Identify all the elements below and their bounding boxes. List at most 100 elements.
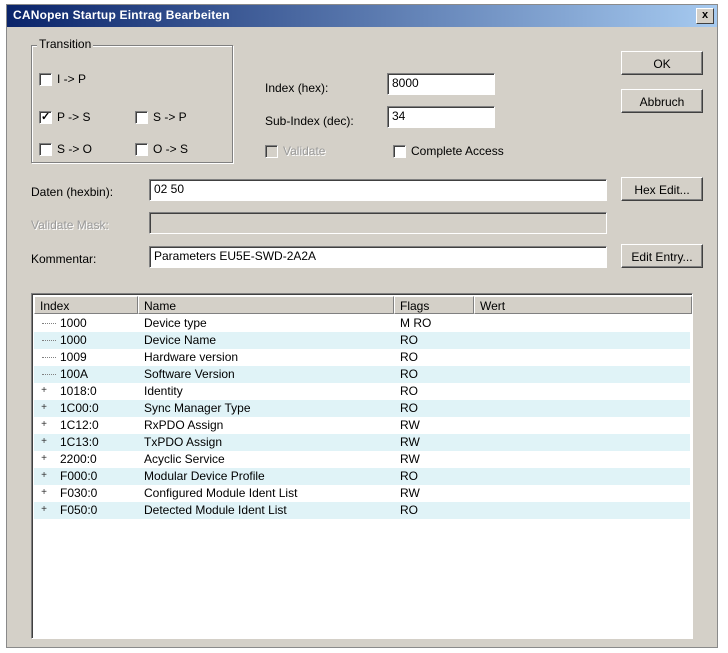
- table-row[interactable]: +2200:0 Acyclic Service RW: [34, 451, 690, 468]
- cell-index: 1C00:0: [60, 401, 99, 415]
- cell-name: Identity: [144, 384, 183, 398]
- checkbox-label-p-s: P -> S: [57, 110, 91, 124]
- dialog-window: CANopen Startup Eintrag Bearbeiten x Tra…: [6, 4, 718, 648]
- checkbox-s-p[interactable]: [135, 111, 148, 124]
- column-header-wert[interactable]: Wert: [474, 296, 692, 314]
- cell-flags: RW: [400, 486, 420, 500]
- column-header-index[interactable]: Index: [34, 296, 138, 314]
- checkbox-label-i-p: I -> P: [57, 72, 87, 86]
- list-rows: 1000 Device type M RO 1000 Device Name RO 1009…: [34, 315, 690, 519]
- checkbox-label-s-p: S -> P: [153, 110, 187, 124]
- expand-icon[interactable]: +: [40, 471, 48, 481]
- cell-name: Acyclic Service: [144, 452, 225, 466]
- cell-index: 1C13:0: [60, 435, 99, 449]
- cell-index: 1000: [60, 316, 87, 330]
- expand-icon[interactable]: +: [40, 488, 48, 498]
- checkbox-label-o-s: O -> S: [153, 142, 189, 156]
- table-row[interactable]: + F000:0 Modular Device Profile RO: [34, 468, 690, 485]
- daten-field[interactable]: 02 50: [149, 179, 607, 201]
- table-row[interactable]: +1C13:0 TxPDO Assign RW: [34, 434, 690, 451]
- abbruch-button-label: Abbruch: [639, 95, 685, 109]
- validate-label: Validate: [283, 144, 326, 158]
- cell-flags: RO: [400, 333, 418, 347]
- ok-button-label: OK: [653, 57, 671, 71]
- subindex-label: Sub-Index (dec):: [265, 114, 354, 128]
- table-row[interactable]: +1018:0 Identity RO: [34, 383, 690, 400]
- cell-flags: RW: [400, 452, 420, 466]
- column-header-name[interactable]: Name: [138, 296, 394, 314]
- validate-mask-field[interactable]: [149, 212, 607, 234]
- table-row[interactable]: 100A Software Version RO: [34, 366, 690, 383]
- checkbox-o-s[interactable]: [135, 143, 148, 156]
- cell-flags: M RO: [400, 316, 432, 330]
- expand-icon[interactable]: +: [40, 505, 48, 515]
- table-row[interactable]: 1000 Device type M RO: [34, 315, 690, 332]
- cell-flags: RW: [400, 418, 420, 432]
- cell-index: 1000: [60, 333, 87, 347]
- subindex-field[interactable]: 34: [387, 106, 495, 128]
- kommentar-label: Kommentar:: [31, 252, 97, 266]
- expand-icon[interactable]: +: [40, 420, 48, 430]
- title-bar[interactable]: CANopen Startup Eintrag Bearbeiten x: [7, 5, 717, 27]
- table-row[interactable]: 1000 Device Name RO: [34, 332, 690, 349]
- tree-line: [42, 340, 56, 342]
- cell-name: Modular Device Profile: [144, 469, 265, 483]
- table-row[interactable]: 1009 Hardware version RO: [34, 349, 690, 366]
- window-title: CANopen Startup Eintrag Bearbeiten: [13, 8, 230, 22]
- column-header-flags[interactable]: Flags: [394, 296, 474, 314]
- index-label: Index (hex):: [265, 81, 329, 95]
- close-icon[interactable]: x: [696, 8, 714, 24]
- table-row[interactable]: + F030:0 Configured Module Ident List RW: [34, 485, 690, 502]
- edit-entry-button-label: Edit Entry...: [631, 250, 693, 264]
- cell-name: Software Version: [144, 367, 235, 381]
- table-row[interactable]: + F050:0 Detected Module Ident List RO: [34, 502, 690, 519]
- cell-name: Device type: [144, 316, 207, 330]
- daten-label: Daten (hexbin):: [31, 185, 114, 199]
- kommentar-field[interactable]: Parameters EU5E-SWD-2A2A: [149, 246, 607, 268]
- cell-name: Sync Manager Type: [144, 401, 251, 415]
- tree-line: [42, 374, 56, 376]
- cell-name: RxPDO Assign: [144, 418, 224, 432]
- checkbox-i-p[interactable]: [39, 73, 52, 86]
- edit-entry-button[interactable]: Edit Entry...: [621, 244, 703, 268]
- transition-label: Transition: [37, 37, 94, 51]
- table-row[interactable]: +1C12:0 RxPDO Assign RW: [34, 417, 690, 434]
- cell-flags: RO: [400, 503, 418, 517]
- cell-name: Configured Module Ident List: [144, 486, 298, 500]
- expand-icon[interactable]: +: [40, 403, 48, 413]
- cell-name: Hardware version: [144, 350, 239, 364]
- cell-name: Detected Module Ident List: [144, 503, 287, 517]
- cell-flags: RO: [400, 350, 418, 364]
- cell-index: F030:0: [60, 486, 98, 500]
- cell-index: 1009: [60, 350, 87, 364]
- complete-access-label: Complete Access: [411, 144, 504, 158]
- index-field[interactable]: 8000: [387, 73, 495, 95]
- cell-index: 2200:0: [60, 452, 97, 466]
- table-row[interactable]: +1C00:0 Sync Manager Type RO: [34, 400, 690, 417]
- cell-index: 100A: [60, 367, 89, 381]
- checkbox-label-s-o: S -> O: [57, 142, 93, 156]
- hex-edit-button-label: Hex Edit...: [634, 183, 690, 197]
- checkbox-p-s[interactable]: ✓: [39, 111, 52, 124]
- ok-button[interactable]: OK: [621, 51, 703, 75]
- expand-icon[interactable]: +: [40, 454, 48, 464]
- check-icon: ✓: [41, 111, 51, 123]
- complete-access-checkbox[interactable]: [393, 145, 406, 158]
- cell-index: 1C12:0: [60, 418, 99, 432]
- cell-index: F000:0: [60, 469, 98, 483]
- expand-icon[interactable]: +: [40, 437, 48, 447]
- cell-flags: RO: [400, 469, 418, 483]
- expand-icon[interactable]: +: [40, 386, 48, 396]
- abbruch-button[interactable]: Abbruch: [621, 89, 703, 113]
- object-list[interactable]: Index Name Flags Wert 1000 Device type M R…: [31, 293, 693, 639]
- tree-line: [42, 323, 56, 325]
- hex-edit-button[interactable]: Hex Edit...: [621, 177, 703, 201]
- cell-flags: RW: [400, 435, 420, 449]
- cell-index: F050:0: [60, 503, 98, 517]
- cell-index: 1018:0: [60, 384, 97, 398]
- cell-flags: RO: [400, 401, 418, 415]
- validate-checkbox[interactable]: [265, 145, 278, 158]
- cell-name: Device Name: [144, 333, 217, 347]
- cell-flags: RO: [400, 367, 418, 381]
- checkbox-s-o[interactable]: [39, 143, 52, 156]
